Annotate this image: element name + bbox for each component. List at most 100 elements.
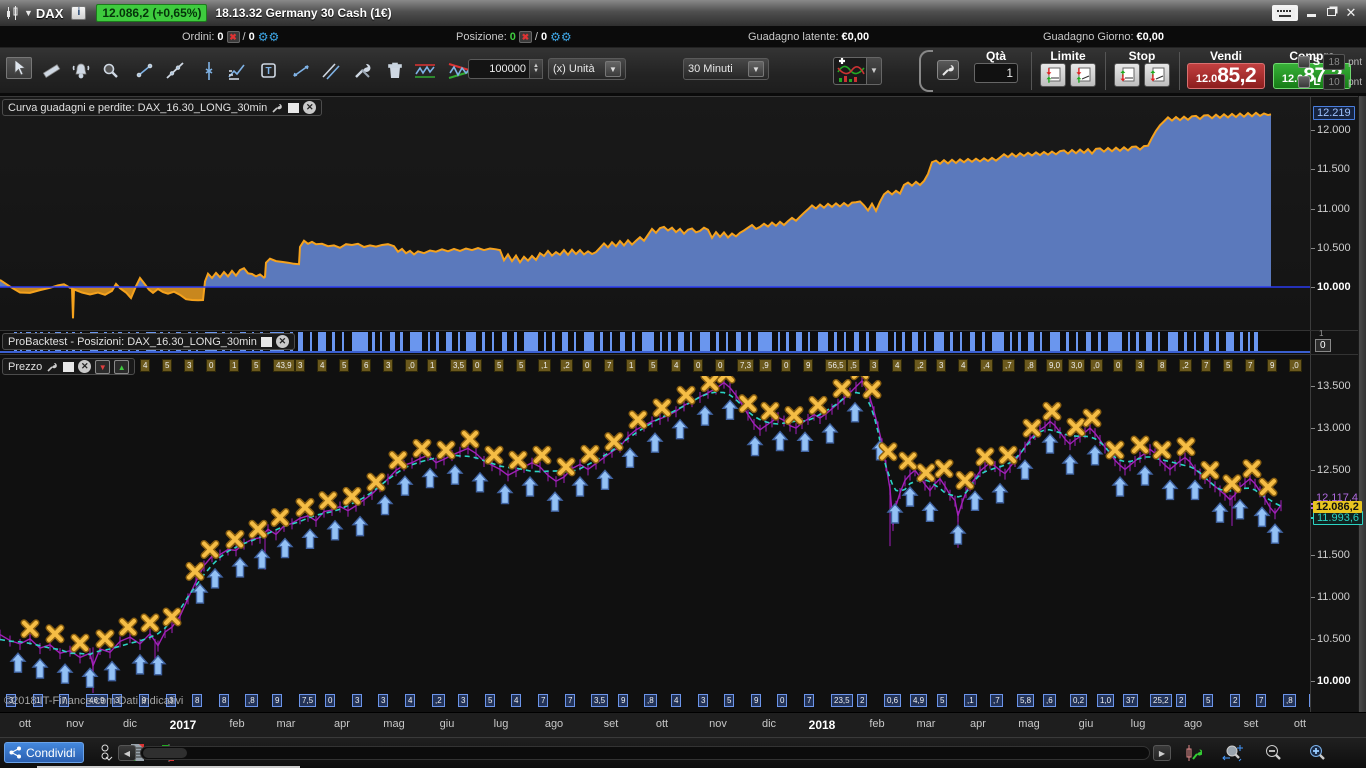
wrench-icon[interactable] — [46, 360, 59, 373]
exit-cross-marker — [760, 401, 780, 421]
panel-collapse-handle[interactable] — [919, 50, 933, 92]
axis-tick: 11.000 — [1311, 591, 1350, 603]
orders-settings-icon[interactable]: ⚙⚙ — [258, 30, 280, 44]
profit-tag: 8 — [1157, 359, 1168, 372]
indicator-menu-caret[interactable]: ▼ — [867, 57, 882, 85]
keyboard-icon[interactable] — [1272, 5, 1298, 21]
h-scrollbar-thumb[interactable] — [143, 748, 187, 758]
sell-order-icon[interactable]: ▼ — [95, 359, 111, 374]
equity-panel-title: Curva guadagni e perdite: DAX_16.30_LONG… — [8, 101, 268, 114]
position-settings-icon[interactable]: ⚙⚙ — [550, 30, 572, 44]
parallel-lines-tool[interactable] — [318, 57, 344, 85]
right-scrollbar[interactable] — [1358, 96, 1366, 712]
cancel-orders-icon[interactable]: ✖ — [226, 31, 240, 43]
equity-curve-chart[interactable] — [0, 97, 1310, 323]
limit-sell-order-button[interactable] — [1040, 63, 1066, 87]
buy-arrow-marker — [1266, 523, 1284, 544]
exit-cross-marker — [118, 617, 138, 637]
equity-curve-panel[interactable]: Curva guadagni e perdite: DAX_16.30_LONG… — [0, 96, 1366, 331]
axis-month-label: ott — [655, 718, 669, 730]
profit-tag: 0 — [582, 359, 593, 372]
profit-tag: 3 — [869, 359, 880, 372]
orders-count2: 0 — [248, 31, 255, 43]
close-icon[interactable]: ✕ — [275, 335, 289, 348]
buy-order-icon[interactable]: ▲ — [114, 359, 130, 374]
restore-button[interactable] — [1324, 7, 1338, 19]
profit-tag: 56,5 — [825, 359, 847, 372]
exit-cross-marker — [1022, 418, 1042, 438]
order-qty-input[interactable] — [974, 63, 1018, 83]
stop-checkbox[interactable] — [1297, 56, 1310, 68]
trash-tool[interactable] — [382, 57, 408, 85]
percent-change-icon[interactable] — [96, 742, 118, 764]
share-button[interactable]: Condividi — [4, 742, 85, 763]
zoom-tool[interactable] — [98, 57, 124, 85]
price-chart[interactable] — [0, 376, 1310, 693]
time-axis[interactable]: ott nov dic 2017 feb mar apr mag giu lug ago set ott… — [0, 712, 1366, 737]
alarm-bell-tool[interactable] — [68, 57, 94, 85]
extend-line-tool[interactable] — [288, 57, 314, 85]
buy-arrow-marker — [1061, 454, 1079, 475]
segment-tool[interactable] — [132, 57, 158, 85]
axis-tick: 10.500 — [1311, 242, 1351, 254]
trade-tag: 4 — [405, 694, 416, 707]
close-button[interactable]: ✕ — [1344, 5, 1358, 21]
maximize-icon[interactable] — [260, 336, 272, 347]
window-titlebar[interactable]: ▼ DAX i 12.086,2 (+0,65%) 18.13.32 Germa… — [0, 0, 1366, 26]
limit-checkbox[interactable] — [1298, 76, 1311, 88]
maximize-icon[interactable] — [63, 361, 75, 372]
zoom-in-icon[interactable] — [1306, 742, 1328, 764]
instrument-symbol: DAX — [35, 5, 64, 21]
stop-buy-order-button[interactable] — [1144, 63, 1170, 87]
buy-arrow-marker — [326, 519, 344, 541]
exit-cross-marker — [140, 613, 160, 633]
close-icon[interactable]: ✕ — [78, 360, 92, 373]
trade-tag: 4 — [511, 694, 522, 707]
order-settings-button[interactable] — [937, 60, 959, 80]
indicator-list-tool[interactable] — [224, 57, 250, 85]
instrument-dropdown-caret[interactable]: ▼ — [24, 8, 33, 18]
limit-buy-order-button[interactable] — [1070, 63, 1096, 87]
vertical-line-tool[interactable] — [196, 57, 222, 85]
text-tool[interactable]: T — [256, 57, 282, 85]
buy-arrow-marker — [949, 524, 967, 545]
maximize-icon[interactable] — [288, 102, 300, 113]
info-button[interactable]: i — [71, 6, 87, 20]
tools-settings-tool[interactable] — [350, 57, 376, 85]
limit-pts-input[interactable] — [1323, 74, 1346, 90]
sell-button[interactable]: 12.0 85,2 — [1187, 63, 1265, 89]
pattern-up-tool[interactable] — [412, 57, 438, 85]
h-scrollbar-track[interactable] — [140, 746, 1150, 760]
exit-cross-marker — [1105, 440, 1125, 460]
minimize-button[interactable] — [1304, 6, 1318, 20]
add-indicator-button[interactable] — [833, 57, 867, 85]
scroll-left-arrow[interactable]: ◀ — [118, 745, 136, 761]
buy-arrow-marker — [1231, 498, 1249, 520]
axis-month-label: ago — [1183, 718, 1203, 730]
trade-tag: 5 — [937, 694, 948, 707]
quantity-input[interactable] — [468, 59, 530, 79]
stop-pts-input[interactable] — [1323, 54, 1346, 70]
exit-cross-marker — [832, 379, 852, 399]
close-position-icon[interactable]: ✖ — [518, 31, 532, 43]
zoom-fit-icon[interactable] — [1222, 742, 1244, 764]
exit-cross-marker — [975, 447, 995, 467]
quantity-stepper[interactable]: ▲ ▼ — [530, 59, 543, 79]
trendline-tool[interactable] — [162, 57, 188, 85]
unit-select[interactable]: (x) Unità ▼ — [548, 58, 626, 80]
scroll-right-arrow[interactable]: ▶ — [1153, 745, 1171, 761]
exit-cross-marker — [652, 398, 672, 418]
backtest-positions-panel[interactable]: ProBacktest - Posizioni: DAX_16.30_LONG_… — [0, 329, 1366, 355]
wrench-icon[interactable] — [271, 101, 284, 114]
exit-cross-marker — [1066, 417, 1086, 437]
timeframe-select[interactable]: 30 Minuti ▼ — [683, 58, 769, 80]
ruler-tool[interactable] — [38, 57, 64, 85]
stop-sell-order-button[interactable] — [1114, 63, 1140, 87]
pointer-tool[interactable] — [6, 57, 32, 79]
zoom-out-icon[interactable] — [1262, 742, 1284, 764]
close-icon[interactable]: ✕ — [303, 101, 317, 114]
axis-month-label: feb — [869, 718, 885, 730]
price-panel[interactable]: 945301543,934563,013,5055,1,207154007,3,… — [0, 354, 1366, 713]
chart-settings-icon[interactable] — [1182, 742, 1204, 764]
buy-arrow-marker — [1253, 506, 1271, 528]
